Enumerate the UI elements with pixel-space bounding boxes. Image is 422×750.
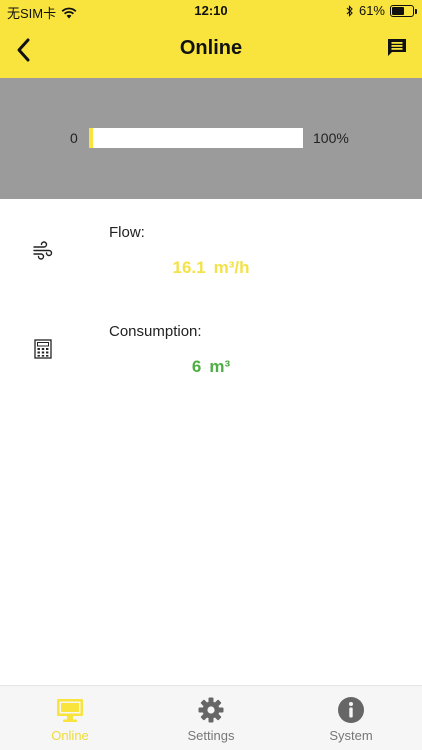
status-right-group: 61% <box>346 3 417 18</box>
consumption-value: 6 <box>191 357 202 376</box>
tab-system-label: System <box>329 728 373 743</box>
progress-min-label: 0 <box>70 130 78 146</box>
tab-settings[interactable]: Settings <box>141 686 281 750</box>
progress-bar <box>89 128 303 148</box>
message-icon[interactable] <box>386 37 408 59</box>
progress-max-label: 100% <box>313 130 349 146</box>
tab-bar: Online Settings System <box>0 685 422 750</box>
progress-fill <box>89 128 94 148</box>
consumption-unit: m³ <box>209 357 231 376</box>
battery-level <box>392 6 405 15</box>
flow-value: 16.1 <box>172 258 206 277</box>
flow-label: Flow: <box>109 224 145 241</box>
flow-unit: m³/h <box>213 258 250 277</box>
flow-metric: Flow: 16.1 m³/h <box>0 199 422 289</box>
battery-icon <box>390 4 417 17</box>
flow-value-row: 16.1 m³/h <box>0 258 422 278</box>
monitor-icon <box>57 699 83 722</box>
header: Online <box>0 22 422 78</box>
info-icon <box>338 697 364 723</box>
progress-band: 0 100% <box>0 78 422 199</box>
bluetooth-icon <box>346 4 353 17</box>
gear-icon <box>198 697 224 723</box>
tab-online-label: Online <box>51 728 89 743</box>
battery-percent: 61% <box>358 3 385 18</box>
tab-online[interactable]: Online <box>0 686 140 750</box>
consumption-label: Consumption: <box>109 323 202 340</box>
tab-system[interactable]: System <box>281 686 421 750</box>
page-title: Online <box>179 37 243 59</box>
tab-settings-label: Settings <box>187 728 235 743</box>
consumption-metric: Consumption: 6 m³ <box>0 300 422 390</box>
consumption-value-row: 6 m³ <box>0 357 422 377</box>
status-bar: 无SIM卡 12:10 61% <box>0 0 422 22</box>
screen: 无SIM卡 12:10 61% Online 0 100% Flow: 16.1… <box>0 0 422 750</box>
top-bar: 无SIM卡 12:10 61% Online <box>0 0 422 78</box>
